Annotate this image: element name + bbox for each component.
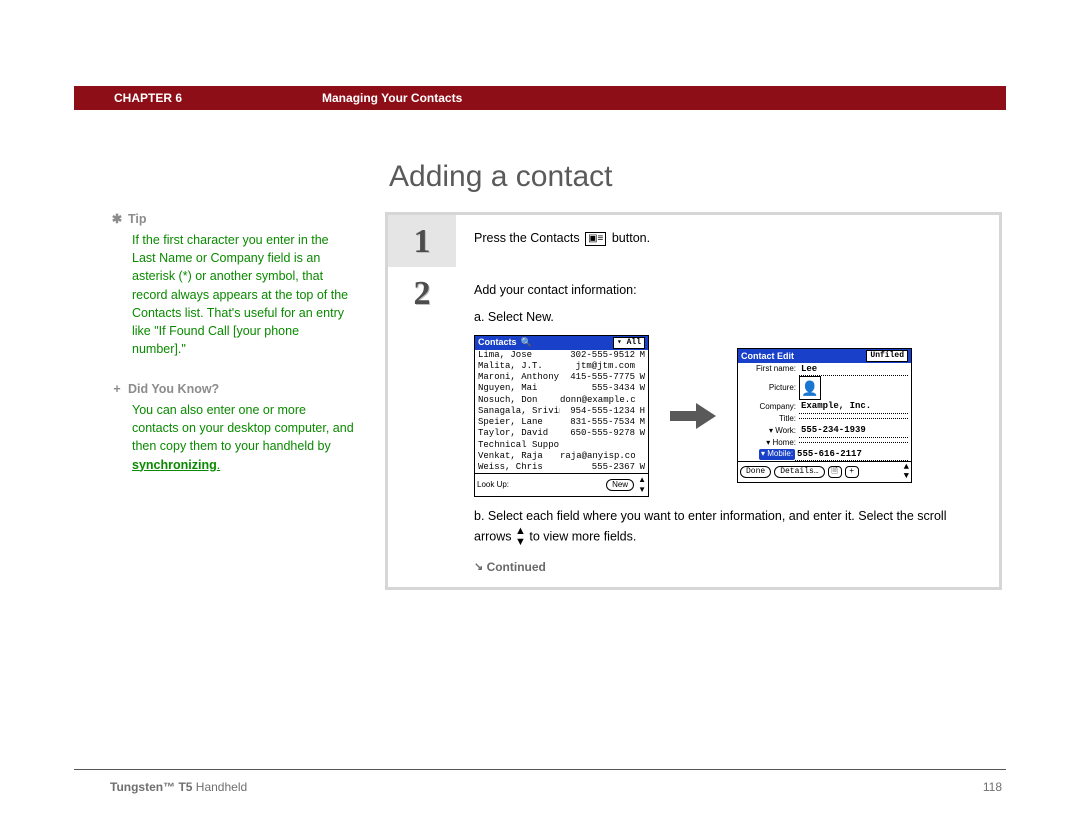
step2-a: a. Select New.	[474, 308, 981, 327]
footer: Tungsten™ T5 Handheld 118	[110, 780, 1002, 794]
step-2: 2 Add your contact information: a. Selec…	[388, 267, 999, 587]
avatar-placeholder-icon[interactable]: 👤	[799, 376, 821, 400]
scroll-up-down-icon[interactable]: ▲▼	[638, 475, 646, 495]
dyk-heading: Did You Know?	[128, 382, 219, 396]
company-value[interactable]: Example, Inc.	[799, 400, 908, 413]
sidebar: ✱ Tip If the first character you enter in…	[110, 160, 355, 590]
step-number: 2	[388, 275, 456, 311]
plus-icon: +	[110, 380, 124, 398]
home-label[interactable]: Home:	[741, 438, 799, 449]
continued-label: ↘ Continued	[474, 558, 981, 577]
chapter-banner: CHAPTER 6 Managing Your Contacts	[74, 86, 1006, 110]
step-number: 1	[388, 223, 456, 259]
screen-title: Contacts	[478, 337, 517, 348]
mobile-label[interactable]: ▾ Mobile:	[759, 449, 795, 460]
step1-text-b: button.	[612, 231, 650, 245]
step2-intro: Add your contact information:	[474, 281, 981, 300]
done-button[interactable]: Done	[740, 466, 771, 478]
mobile-value[interactable]: 555-616-2117	[795, 448, 908, 461]
work-label[interactable]: Work:	[741, 426, 799, 437]
asterisk-icon: ✱	[110, 210, 124, 228]
step-1: 1 Press the Contacts ▣≡ button.	[388, 215, 999, 267]
arrow-right-icon	[663, 401, 723, 431]
company-label: Company:	[741, 402, 799, 413]
synchronizing-link[interactable]: synchronizing	[132, 458, 220, 472]
arrow-down-right-icon: ↘	[474, 559, 483, 576]
page-title: Adding a contact	[389, 160, 1002, 194]
first-name-label: First name:	[741, 364, 799, 375]
contacts-row[interactable]: Nguyen, Mai555-3434W	[475, 383, 648, 394]
title-label: Title:	[741, 414, 799, 425]
tip-block: ✱ Tip If the first character you enter in…	[110, 210, 355, 358]
new-button[interactable]: New	[606, 479, 634, 491]
chapter-title: Managing Your Contacts	[322, 91, 462, 105]
note-icon[interactable]: 🗎	[828, 466, 842, 478]
chapter-label: CHAPTER 6	[114, 91, 182, 105]
scroll-icon[interactable]: ▲▼	[904, 463, 909, 481]
dyk-body: You can also enter one or more contacts …	[132, 403, 354, 453]
home-value[interactable]	[799, 442, 908, 443]
screenshots-row: Contacts 🔍 ▾ All Lima, Jose302-555-9512M…	[474, 335, 981, 498]
contacts-row[interactable]: Technical Support	[475, 440, 648, 451]
tip-heading: Tip	[128, 212, 147, 226]
category-tag[interactable]: Unfiled	[866, 350, 908, 362]
contacts-row[interactable]: Taylor, David650-555-9278W	[475, 428, 648, 439]
step1-text-a: Press the Contacts	[474, 231, 583, 245]
picture-label: Picture:	[741, 383, 799, 394]
page-number: 118	[983, 780, 1002, 794]
scroll-arrows-icon: ▲▼	[515, 526, 526, 548]
main-content: Adding a contact 1 Press the Contacts ▣≡…	[385, 160, 1002, 590]
contacts-row[interactable]: Nosuch, Dondonn@example.com	[475, 395, 648, 406]
contacts-row[interactable]: Sanagala, Srivinas954-555-1234H	[475, 406, 648, 417]
screen-title: Contact Edit	[741, 351, 794, 362]
contacts-list-screen: Contacts 🔍 ▾ All Lima, Jose302-555-9512M…	[474, 335, 649, 498]
contacts-row[interactable]: Lima, Jose302-555-9512M	[475, 350, 648, 361]
work-value[interactable]: 555-234-1939	[799, 424, 908, 437]
contact-edit-screen: Contact Edit Unfiled First name:Lee Pict…	[737, 348, 912, 483]
category-filter[interactable]: ▾ All	[613, 337, 645, 349]
title-value[interactable]	[799, 418, 908, 419]
contacts-hardware-button-icon: ▣≡	[585, 232, 606, 246]
contacts-row[interactable]: Maroni, Anthony415-555-7775W	[475, 372, 648, 383]
add-icon[interactable]: +	[845, 466, 859, 478]
contacts-row[interactable]: Weiss, Chris555-2367W	[475, 462, 648, 473]
contacts-row[interactable]: Malita, J.T.jtm@jtm.com	[475, 361, 648, 372]
details-button[interactable]: Details…	[774, 466, 824, 478]
lookup-label: Look Up:	[477, 480, 509, 490]
steps-box: 1 Press the Contacts ▣≡ button. 2 Add yo…	[385, 212, 1002, 590]
first-name-value[interactable]: Lee	[799, 363, 908, 376]
footer-rule	[74, 769, 1006, 770]
contacts-row[interactable]: Speier, Lane831-555-7534M	[475, 417, 648, 428]
contacts-row[interactable]: Venkat, Rajaraja@anyisp.com	[475, 451, 648, 462]
step2-b-b: to view more fields.	[529, 529, 636, 543]
tip-body: If the first character you enter in the …	[110, 231, 355, 358]
search-icon: 🔍	[521, 337, 532, 348]
did-you-know-block: + Did You Know? You can also enter one or…	[110, 380, 355, 474]
product-name: Tungsten™ T5 Handheld	[110, 780, 247, 794]
